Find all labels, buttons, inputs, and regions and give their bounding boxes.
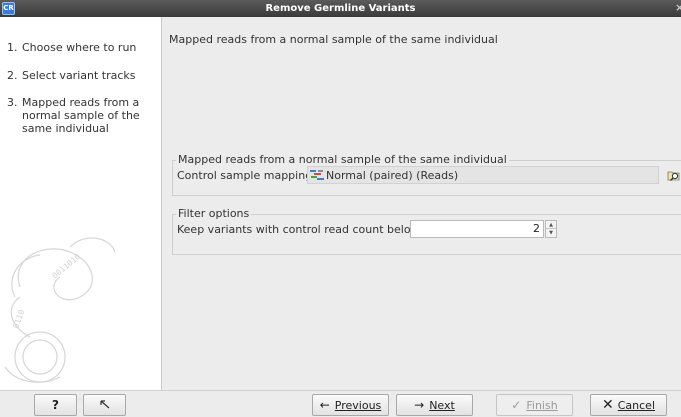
app-icon: CR — [2, 2, 15, 15]
finish-label: Finish — [526, 398, 558, 412]
reads-track-icon — [310, 170, 324, 180]
spin-up-icon[interactable]: ▲ — [546, 221, 556, 229]
mapped-reads-group: Mapped reads from a normal sample of the… — [172, 153, 681, 196]
step-number: 1. — [7, 41, 18, 54]
reset-button[interactable] — [83, 394, 126, 416]
help-button[interactable]: ? — [34, 394, 77, 416]
previous-label: Previous — [334, 398, 382, 412]
read-count-input[interactable]: 2 — [410, 220, 544, 238]
next-label: Next — [429, 398, 455, 412]
read-count-label: Keep variants with control read count be… — [177, 223, 420, 236]
arrow-left-icon: ← — [319, 398, 330, 412]
window-title: Remove Germline Variants — [265, 3, 416, 14]
browse-folder-icon — [667, 171, 680, 181]
step-2: 2. Select variant tracks — [7, 69, 157, 82]
group-title: Mapped reads from a normal sample of the… — [176, 153, 509, 167]
page-title: Mapped reads from a normal sample of the… — [169, 33, 498, 46]
dialog-footer: ? ← Previous → Next ✓ Finish ✕ Cancel — [0, 390, 681, 417]
browse-button[interactable] — [663, 166, 681, 184]
cancel-label: Cancel — [617, 398, 655, 412]
title-bar: CR Remove Germline Variants × — [0, 0, 681, 17]
next-button[interactable]: → Next — [396, 394, 473, 416]
step-label: Choose where to run — [22, 41, 137, 54]
control-sample-label: Control sample mapping — [177, 169, 313, 182]
svg-text:0011010: 0011010 — [51, 252, 83, 281]
step-label: Mapped reads from a normal sample of the… — [22, 96, 140, 135]
step-1: 1. Choose where to run — [7, 41, 157, 54]
arrow-right-icon: → — [414, 398, 425, 412]
checkmark-icon: ✓ — [511, 398, 522, 412]
cancel-x-icon: ✕ — [602, 397, 614, 413]
step-3: 3. Mapped reads from a normal sample of … — [7, 96, 157, 135]
group-title: Filter options — [176, 207, 252, 221]
spin-down-icon[interactable]: ▼ — [546, 229, 556, 237]
cancel-button[interactable]: ✕ Cancel — [590, 394, 667, 416]
step-number: 2. — [7, 69, 18, 82]
read-count-stepper[interactable]: ▲ ▼ — [545, 220, 557, 238]
close-icon[interactable]: × — [675, 1, 681, 14]
reset-arrow-icon — [99, 400, 109, 409]
finish-button: ✓ Finish — [496, 394, 573, 416]
wizard-steps-panel: 1. Choose where to run 2. Select variant… — [0, 17, 162, 390]
control-sample-value: Normal (paired) (Reads) — [326, 168, 459, 182]
step-label: Select variant tracks — [22, 69, 136, 82]
svg-text:0110: 0110 — [11, 308, 26, 329]
control-sample-field[interactable]: Normal (paired) (Reads) — [307, 166, 659, 184]
previous-button[interactable]: ← Previous — [312, 394, 389, 416]
main-panel: Mapped reads from a normal sample of the… — [163, 17, 681, 390]
filter-options-group: Filter options Keep variants with contro… — [172, 207, 681, 255]
decorative-swirl-icon: 0011010 0110 — [4, 237, 116, 383]
help-label: ? — [52, 398, 59, 412]
step-number: 3. — [7, 96, 18, 109]
